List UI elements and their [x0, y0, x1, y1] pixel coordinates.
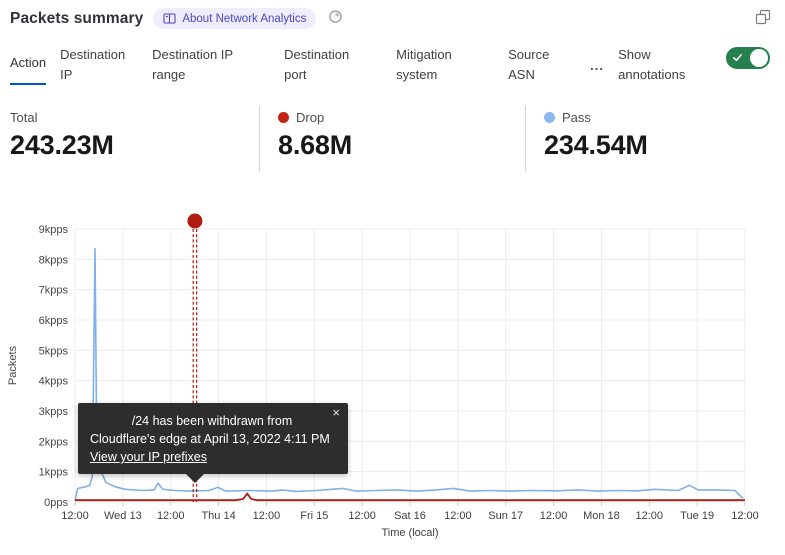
svg-text:Mon 18: Mon 18	[583, 510, 620, 522]
drop-dot-icon	[278, 112, 289, 123]
close-icon[interactable]: ×	[332, 406, 340, 419]
view-ip-prefixes-link[interactable]: View your IP prefixes	[90, 450, 207, 464]
svg-text:12:00: 12:00	[444, 510, 472, 522]
svg-text:4kpps: 4kpps	[39, 376, 69, 388]
annotation-text-line2: Cloudflare's edge at April 13, 2022 4:11…	[90, 430, 334, 448]
summary-stats-row: Total 243.23M Drop 8.68M Pass 234.54M	[10, 106, 778, 172]
svg-text:12:00: 12:00	[157, 510, 185, 522]
svg-text:5kpps: 5kpps	[39, 345, 69, 357]
pass-dot-icon	[544, 112, 555, 123]
svg-text:12:00: 12:00	[731, 510, 759, 522]
svg-text:12:00: 12:00	[540, 510, 568, 522]
svg-text:Sun 17: Sun 17	[488, 510, 523, 522]
tab-action[interactable]: Action	[10, 53, 46, 85]
show-annotations-label: Show annotations	[618, 45, 704, 85]
chart-canvas: 0pps 1kpps 2kpps 3kpps 4kpps 5kpps 6kpps 7kpps 8…	[0, 205, 785, 555]
tab-mitigation-system[interactable]: Mitigation system	[396, 45, 476, 85]
show-annotations-toggle[interactable]	[726, 47, 770, 69]
svg-text:8kpps: 8kpps	[39, 254, 69, 266]
stat-drop-value: 8.68M	[278, 130, 525, 161]
check-icon	[732, 52, 743, 63]
card-header: Packets summary About Network Analytics	[10, 8, 741, 29]
page-title: Packets summary	[10, 10, 143, 28]
tab-destination-ip-range[interactable]: Destination IP range	[152, 45, 247, 85]
svg-text:1kpps: 1kpps	[39, 467, 69, 479]
svg-text:9kpps: 9kpps	[39, 224, 69, 236]
svg-text:12:00: 12:00	[348, 510, 376, 522]
stat-pass-label: Pass	[562, 110, 591, 125]
tab-source-asn[interactable]: Source ASN	[508, 45, 564, 85]
stat-drop-label: Drop	[296, 110, 324, 125]
book-icon	[163, 13, 176, 24]
annotation-text-line1: /24 has been withdrawn from	[90, 412, 334, 430]
stat-pass: Pass 234.54M	[525, 106, 778, 172]
svg-text:7kpps: 7kpps	[39, 285, 69, 297]
packets-time-series-chart[interactable]: 0pps 1kpps 2kpps 3kpps 4kpps 5kpps 6kpps 7kpps 8…	[0, 205, 785, 555]
annotation-tooltip: × /24 has been withdrawn from Cloudflare…	[78, 403, 348, 474]
svg-text:0pps: 0pps	[44, 497, 68, 509]
about-badge-label: About Network Analytics	[182, 13, 306, 25]
svg-text:6kpps: 6kpps	[39, 315, 69, 327]
stat-total: Total 243.23M	[10, 106, 259, 172]
more-tabs-button[interactable]: ...	[590, 56, 608, 85]
svg-text:Packets: Packets	[7, 345, 19, 385]
tab-destination-ip[interactable]: Destination IP	[60, 45, 136, 85]
clock-icon[interactable]	[328, 9, 343, 29]
svg-text:3kpps: 3kpps	[39, 406, 69, 418]
dimension-tab-bar: Action Destination IP Destination IP ran…	[10, 45, 778, 85]
svg-text:12:00: 12:00	[253, 510, 281, 522]
stat-total-label: Total	[10, 110, 37, 125]
stat-pass-value: 234.54M	[544, 130, 778, 161]
about-network-analytics-badge[interactable]: About Network Analytics	[153, 8, 316, 29]
expand-icon[interactable]	[755, 9, 771, 30]
toggle-knob	[750, 49, 768, 67]
svg-text:Fri 15: Fri 15	[300, 510, 328, 522]
svg-text:12:00: 12:00	[61, 510, 89, 522]
svg-text:Wed 13: Wed 13	[104, 510, 142, 522]
stat-total-value: 243.23M	[10, 130, 259, 161]
tab-destination-port[interactable]: Destination port	[284, 45, 366, 85]
stat-drop: Drop 8.68M	[259, 106, 525, 172]
svg-text:Sat 16: Sat 16	[394, 510, 426, 522]
svg-text:12:00: 12:00	[636, 510, 664, 522]
svg-text:Thu 14: Thu 14	[201, 510, 235, 522]
svg-text:Tue 19: Tue 19	[680, 510, 714, 522]
tooltip-caret	[186, 474, 204, 483]
svg-text:2kpps: 2kpps	[39, 436, 69, 448]
svg-text:Time (local): Time (local)	[381, 527, 438, 539]
